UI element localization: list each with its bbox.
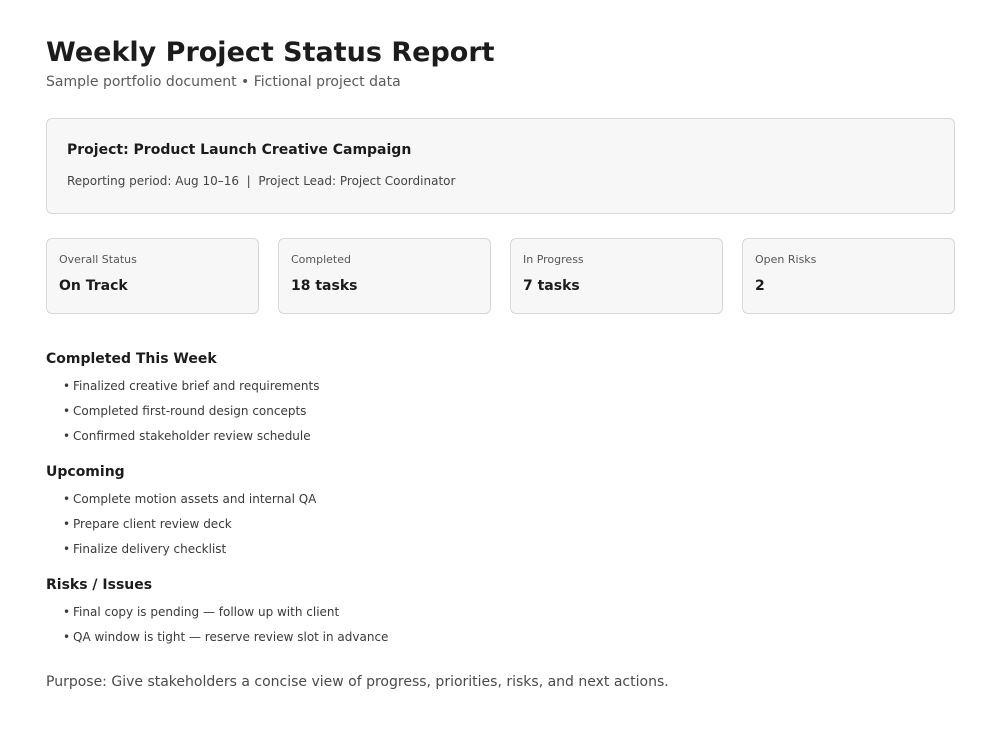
project-summary-box: Project: Product Launch Creative Campaig… xyxy=(46,118,955,214)
upcoming-list: • Complete motion assets and internal QA … xyxy=(46,487,954,562)
section-heading: Upcoming xyxy=(46,464,125,480)
list-item-text: Finalize delivery checklist xyxy=(73,542,227,556)
completed-list: • Finalized creative brief and requiremen… xyxy=(46,374,954,449)
project-name: Project: Product Launch Creative Campaig… xyxy=(67,142,412,158)
card-label: In Progress xyxy=(523,253,584,266)
list-item: • Finalize delivery checklist xyxy=(63,537,954,562)
section-completed: Completed This Week • Finalized creative … xyxy=(46,350,954,449)
list-item: • Completed first-round design concepts xyxy=(63,399,954,424)
card-in-progress: In Progress 7 tasks xyxy=(510,238,723,314)
list-item-text: Final copy is pending — follow up with c… xyxy=(73,605,340,619)
list-item: • Complete motion assets and internal QA xyxy=(63,487,954,512)
bullet-icon: • xyxy=(63,517,71,531)
card-label: Open Risks xyxy=(755,253,817,266)
list-item-text: Finalized creative brief and requirement… xyxy=(73,379,320,393)
list-item-text: Confirmed stakeholder review schedule xyxy=(73,429,311,443)
section-heading: Completed This Week xyxy=(46,351,217,367)
section-risks: Risks / Issues • Final copy is pending — … xyxy=(46,576,954,650)
list-item-text: QA window is tight — reserve review slot… xyxy=(73,630,389,644)
bullet-icon: • xyxy=(63,542,71,556)
list-item: • Confirmed stakeholder review schedule xyxy=(63,424,954,449)
page-title: Weekly Project Status Report xyxy=(46,37,495,68)
bullet-icon: • xyxy=(63,492,71,506)
risks-list: • Final copy is pending — follow up with … xyxy=(46,600,954,650)
list-item-text: Prepare client review deck xyxy=(73,517,232,531)
status-report-page: Weekly Project Status Report Sample port… xyxy=(0,0,1000,750)
page-subtitle: Sample portfolio document • Fictional pr… xyxy=(46,74,401,90)
list-item: • Final copy is pending — follow up with … xyxy=(63,600,954,625)
card-overall-status: Overall Status On Track xyxy=(46,238,259,314)
bullet-icon: • xyxy=(63,404,71,418)
status-cards: Overall Status On Track Completed 18 tas… xyxy=(46,238,955,314)
list-item: • Finalized creative brief and requiremen… xyxy=(63,374,954,399)
list-item: • QA window is tight — reserve review slo… xyxy=(63,625,954,650)
purpose-statement: Purpose: Give stakeholders a concise vie… xyxy=(46,674,669,690)
bullet-icon: • xyxy=(63,630,71,644)
list-item: • Prepare client review deck xyxy=(63,512,954,537)
section-heading: Risks / Issues xyxy=(46,577,153,593)
bullet-icon: • xyxy=(63,605,71,619)
card-value: On Track xyxy=(59,278,128,294)
list-item-text: Complete motion assets and internal QA xyxy=(73,492,317,506)
card-value: 18 tasks xyxy=(291,278,358,294)
card-value: 2 xyxy=(755,278,765,294)
card-label: Overall Status xyxy=(59,253,137,266)
bullet-icon: • xyxy=(63,429,71,443)
bullet-icon: • xyxy=(63,379,71,393)
list-item-text: Completed first-round design concepts xyxy=(73,404,307,418)
section-upcoming: Upcoming • Complete motion assets and int… xyxy=(46,463,954,562)
card-completed: Completed 18 tasks xyxy=(278,238,491,314)
card-value: 7 tasks xyxy=(523,278,580,294)
card-open-risks: Open Risks 2 xyxy=(742,238,955,314)
project-meta: Reporting period: Aug 10–16 | Project Le… xyxy=(67,174,456,188)
card-label: Completed xyxy=(291,253,351,266)
